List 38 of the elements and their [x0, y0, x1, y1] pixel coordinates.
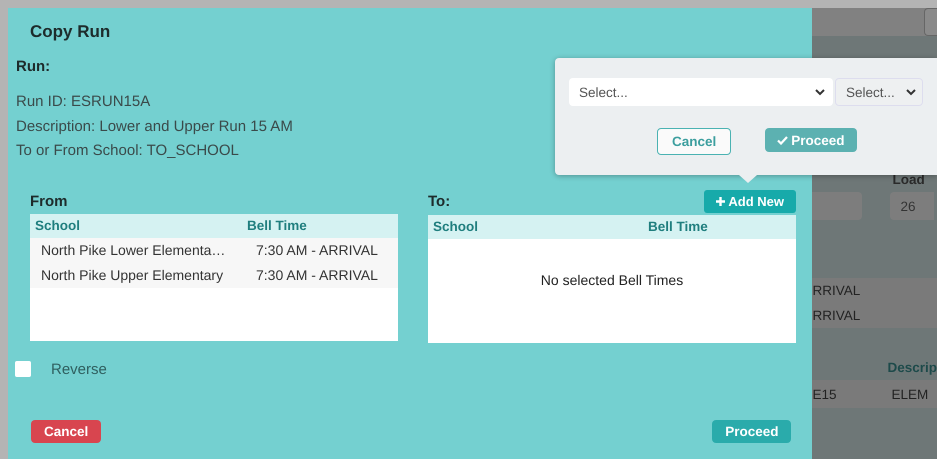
empty-message: No selected Bell Times: [540, 272, 684, 288]
chevron-down-icon: [906, 88, 916, 96]
table-cell-text: 7:30 AM - ARRIVAL: [255, 267, 378, 283]
from-label: From: [30, 193, 68, 210]
cancel-button[interactable]: Cancel: [657, 128, 732, 155]
table-cell-text: 7:30 AM - ARRIVAL: [255, 242, 378, 258]
time-select[interactable]: Select...: [835, 78, 923, 106]
run-detail: To or From School: TO_SCHOOL: [16, 141, 239, 161]
load-label: Load: [892, 173, 926, 187]
background-row: E15 ELEM: [812, 380, 937, 408]
run-detail: Description: Lower and Upper Run 15 AM: [16, 116, 293, 136]
plus-icon: [716, 197, 726, 206]
reverse-label: Reverse: [51, 360, 107, 378]
section-label: Run:: [16, 58, 52, 75]
add-new-button[interactable]: Add New: [704, 190, 796, 213]
table-row[interactable]: North Pike Lower Elementa… 7:30 AM - ARRIVAL: [30, 238, 398, 262]
load-field: 26: [890, 192, 934, 220]
column-header: School: [34, 218, 82, 233]
column-header: School: [432, 219, 480, 234]
column-header: Bell Time: [247, 218, 307, 233]
proceed-button[interactable]: Proceed: [712, 420, 792, 442]
background-row: RRIVAL: [812, 278, 937, 303]
cancel-button[interactable]: Cancel: [31, 420, 102, 442]
dialog-title: Copy Run: [30, 22, 112, 42]
table-row[interactable]: North Pike Upper Elementary 7:30 AM - ARRIVAL: [30, 262, 398, 288]
run-detail: Run ID: ESRUN15A: [16, 92, 150, 112]
chevron-down-icon: [815, 88, 825, 96]
background-field: [812, 192, 862, 220]
background-row: RRIVAL: [812, 303, 937, 328]
table-cell-text: North Pike Upper Elementary: [40, 267, 224, 283]
proceed-button[interactable]: Proceed: [765, 128, 857, 152]
column-header: Descrip: [887, 360, 937, 375]
check-icon: [777, 136, 788, 144]
column-header: Bell Time: [648, 219, 708, 234]
table-cell-text: North Pike Lower Elementa…: [40, 242, 226, 258]
to-label: To:: [428, 193, 450, 210]
school-select[interactable]: Select...: [569, 78, 833, 106]
reverse-checkbox[interactable]: [15, 361, 31, 377]
